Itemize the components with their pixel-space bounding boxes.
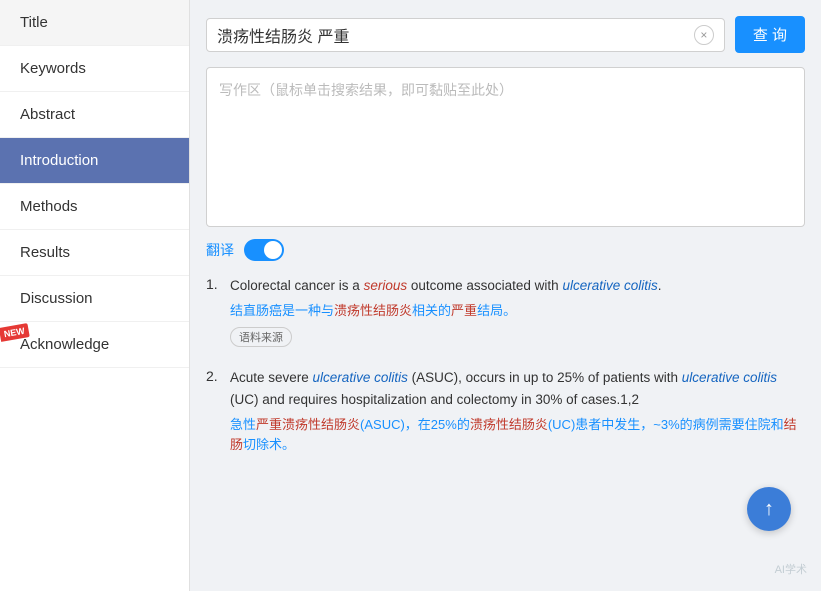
new-badge: NEW: [0, 323, 30, 342]
result-en: Colorectal cancer is a serious outcome a…: [230, 275, 805, 297]
sidebar-item-results[interactable]: Results: [0, 230, 189, 276]
search-bar: × 查 询: [206, 16, 805, 53]
sidebar-item-abstract[interactable]: Abstract: [0, 92, 189, 138]
result-number: 1.: [206, 275, 222, 347]
result-zh: 急性严重溃疡性结肠炎(ASUC)，在25%的溃疡性结肠炎(UC)患者中发生，~3…: [230, 415, 805, 457]
result-item-2: 2.Acute severe ulcerative colitis (ASUC)…: [206, 367, 805, 460]
sidebar-item-title[interactable]: Title: [0, 0, 189, 46]
results-list: 1. Colorectal cancer is a serious outcome…: [206, 275, 805, 460]
sidebar-item-methods[interactable]: Methods: [0, 184, 189, 230]
scroll-up-button[interactable]: ↑: [747, 487, 791, 531]
sidebar: TitleKeywordsAbstractIntroductionMethods…: [0, 0, 190, 591]
sidebar-item-acknowledge[interactable]: NEWAcknowledge: [0, 322, 189, 368]
result-zh: 结直肠癌是一种与溃疡性结肠炎相关的严重结局。: [230, 301, 805, 322]
result-item-1: 1. Colorectal cancer is a serious outcome…: [206, 275, 805, 347]
sidebar-item-keywords[interactable]: Keywords: [0, 46, 189, 92]
writing-area[interactable]: 写作区（鼠标单击搜索结果，即可黏贴至此处）: [206, 67, 805, 227]
sidebar-item-introduction[interactable]: Introduction: [0, 138, 189, 184]
search-input[interactable]: [217, 26, 694, 44]
source-badge[interactable]: 语料来源: [230, 327, 292, 347]
result-content[interactable]: Acute severe ulcerative colitis (ASUC), …: [230, 367, 805, 460]
search-input-wrapper: ×: [206, 18, 725, 52]
result-number: 2.: [206, 367, 222, 460]
translate-row: 翻译: [206, 239, 805, 261]
result-en: Acute severe ulcerative colitis (ASUC), …: [230, 367, 805, 410]
clear-button[interactable]: ×: [694, 25, 714, 45]
result-content[interactable]: Colorectal cancer is a serious outcome a…: [230, 275, 805, 347]
watermark: AI学术: [775, 561, 807, 577]
translate-toggle[interactable]: [244, 239, 284, 261]
search-button[interactable]: 查 询: [735, 16, 805, 53]
main-content: × 查 询 写作区（鼠标单击搜索结果，即可黏贴至此处） 翻译 1. Colorec…: [190, 0, 821, 591]
sidebar-item-discussion[interactable]: Discussion: [0, 276, 189, 322]
translate-label: 翻译: [206, 240, 234, 260]
